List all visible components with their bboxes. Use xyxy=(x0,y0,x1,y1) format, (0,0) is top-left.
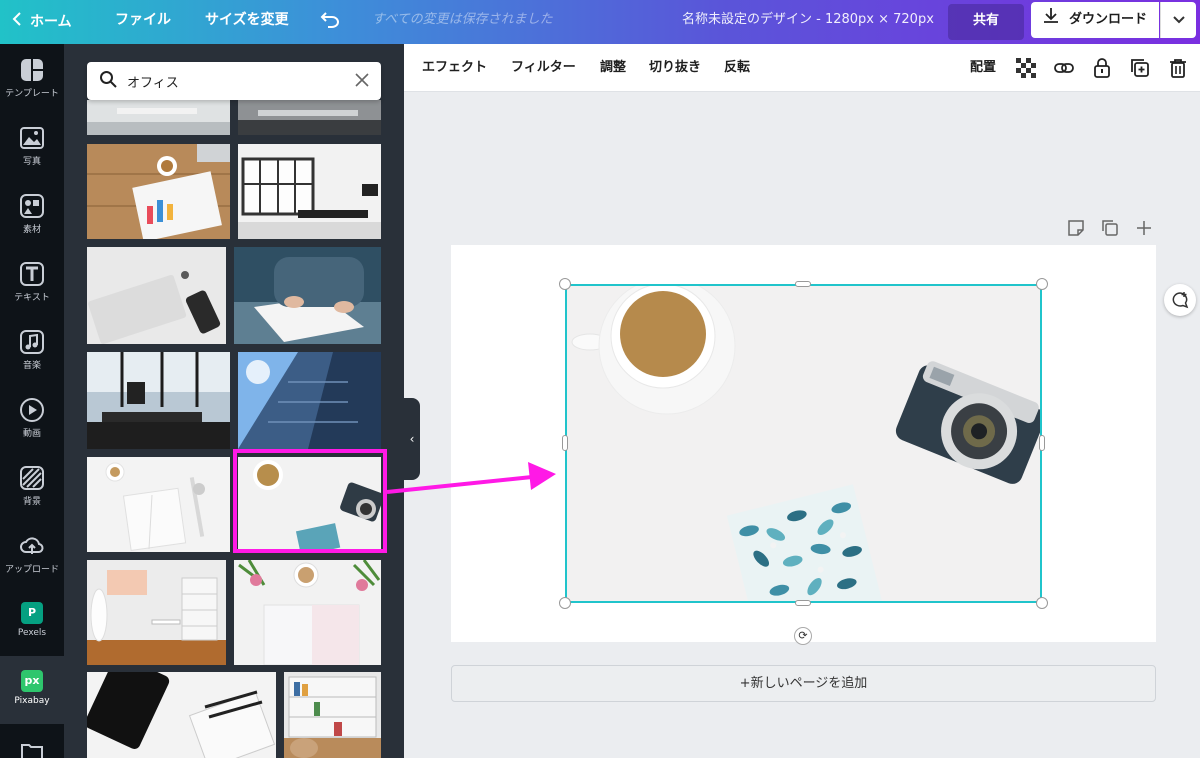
adjust-button[interactable]: 調整 xyxy=(600,44,626,92)
lock-icon[interactable] xyxy=(1092,58,1112,78)
add-page-icon[interactable] xyxy=(1134,218,1154,238)
collapse-panel-button[interactable]: ‹ xyxy=(404,398,420,480)
search-icon xyxy=(99,70,117,92)
duplicate-page-icon[interactable] xyxy=(1100,218,1120,238)
clear-search-icon[interactable] xyxy=(355,72,369,91)
notes-icon[interactable] xyxy=(1066,218,1086,238)
folder-icon xyxy=(21,744,43,758)
rail-label: 動画 xyxy=(22,429,41,439)
resize-handle[interactable] xyxy=(1039,435,1045,451)
pixabay-icon: px xyxy=(21,670,43,692)
rail-item-music[interactable]: 音楽 xyxy=(0,316,64,384)
photo-icon xyxy=(20,127,44,149)
left-rail: テンプレート 写真 素材 テキスト 音楽 動画 背景 アップロード P Pexe… xyxy=(0,44,64,758)
rail-item-background[interactable]: 背景 xyxy=(0,452,64,520)
rail-item-elements[interactable]: 素材 xyxy=(0,180,64,248)
music-icon xyxy=(20,330,44,354)
link-icon[interactable] xyxy=(1054,58,1074,78)
image-thumbnail[interactable] xyxy=(87,672,276,758)
rail-item-folder[interactable] xyxy=(0,726,64,758)
resize-button[interactable]: サイズを変更 xyxy=(205,0,289,44)
image-thumbnail[interactable] xyxy=(87,457,230,552)
image-thumbnail[interactable] xyxy=(238,144,381,239)
upload-icon xyxy=(20,537,44,554)
image-panel xyxy=(64,44,404,758)
share-button[interactable]: 共有 xyxy=(948,4,1024,40)
resize-handle[interactable] xyxy=(795,281,811,287)
crop-button[interactable]: 切り抜き xyxy=(649,44,701,92)
image-thumbnail[interactable] xyxy=(87,560,226,665)
image-thumbnail[interactable] xyxy=(284,672,381,758)
add-new-page-button[interactable]: +新しいページを追加 xyxy=(451,665,1156,702)
rail-label: テキスト xyxy=(14,293,50,303)
download-options-button[interactable] xyxy=(1160,2,1196,38)
search-input[interactable] xyxy=(127,73,345,89)
home-button[interactable]: ホーム xyxy=(12,0,72,44)
add-comment-button[interactable] xyxy=(1164,284,1196,316)
undo-icon[interactable] xyxy=(320,0,340,44)
rail-item-photos[interactable]: 写真 xyxy=(0,112,64,180)
background-icon xyxy=(20,466,44,490)
editor-toolbar: エフェクト フィルター 調整 切り抜き 反転 配置 xyxy=(404,44,1200,92)
download-button[interactable]: ダウンロード xyxy=(1031,2,1159,38)
flip-button[interactable]: 反転 xyxy=(724,44,750,92)
chevron-left-icon xyxy=(12,2,22,42)
rail-label: 写真 xyxy=(22,157,41,167)
image-thumbnail[interactable] xyxy=(87,100,230,135)
search-box[interactable] xyxy=(87,62,381,100)
resize-handle[interactable] xyxy=(795,600,811,606)
home-label: ホーム xyxy=(30,14,72,30)
rail-item-upload[interactable]: アップロード xyxy=(0,520,64,588)
image-thumbnail[interactable] xyxy=(238,100,381,135)
selected-thumbnail-highlight xyxy=(233,449,387,553)
text-icon xyxy=(20,262,44,286)
download-label: ダウンロード xyxy=(1068,12,1147,27)
duplicate-icon[interactable] xyxy=(1130,58,1150,78)
resize-handle[interactable] xyxy=(562,435,568,451)
rail-label: Pixabay xyxy=(14,696,50,706)
chevron-left-icon: ‹ xyxy=(409,432,415,446)
rail-label: 背景 xyxy=(22,497,41,507)
chevron-down-icon xyxy=(1172,0,1185,40)
image-thumbnail[interactable] xyxy=(234,247,381,344)
rail-item-pixabay[interactable]: px Pixabay xyxy=(0,656,64,724)
rail-label: Pexels xyxy=(17,628,47,638)
file-menu[interactable]: ファイル xyxy=(115,0,171,44)
position-button[interactable]: 配置 xyxy=(970,44,996,92)
video-icon xyxy=(20,398,44,422)
save-status: すべての変更は保存されました xyxy=(372,12,553,27)
pexels-icon: P xyxy=(21,602,43,624)
rail-item-text[interactable]: テキスト xyxy=(0,248,64,316)
trash-icon[interactable] xyxy=(1168,58,1188,78)
rotate-icon[interactable]: ⟳ xyxy=(794,627,812,645)
template-icon xyxy=(21,59,43,81)
rail-item-pexels[interactable]: P Pexels xyxy=(0,588,64,656)
top-bar: ホーム ファイル サイズを変更 すべての変更は保存されました 名称未設定のデザイ… xyxy=(0,0,1200,44)
rail-label: 音楽 xyxy=(22,361,41,371)
elements-icon xyxy=(20,194,44,218)
rail-label: アップロード xyxy=(4,565,59,575)
rail-item-templates[interactable]: テンプレート xyxy=(0,44,64,112)
resize-handle[interactable] xyxy=(559,278,571,290)
resize-handle[interactable] xyxy=(1036,278,1048,290)
download-icon xyxy=(1043,2,1059,38)
rail-label: テンプレート xyxy=(5,89,59,99)
transparency-icon[interactable] xyxy=(1016,58,1036,78)
image-thumbnail[interactable] xyxy=(234,560,381,665)
rail-item-video[interactable]: 動画 xyxy=(0,384,64,452)
filter-button[interactable]: フィルター xyxy=(511,44,576,92)
resize-handle[interactable] xyxy=(559,597,571,609)
rail-label: 素材 xyxy=(22,225,41,235)
design-title[interactable]: 名称未設定のデザイン - 1280px × 720px xyxy=(682,0,934,44)
image-thumbnail[interactable] xyxy=(238,352,381,449)
effects-button[interactable]: エフェクト xyxy=(422,44,487,92)
image-thumbnail[interactable] xyxy=(87,144,230,239)
selection-frame xyxy=(565,284,1042,603)
resize-handle[interactable] xyxy=(1036,597,1048,609)
image-thumbnail[interactable] xyxy=(87,352,230,449)
comment-icon xyxy=(1172,292,1189,309)
image-thumbnail[interactable] xyxy=(87,247,226,344)
